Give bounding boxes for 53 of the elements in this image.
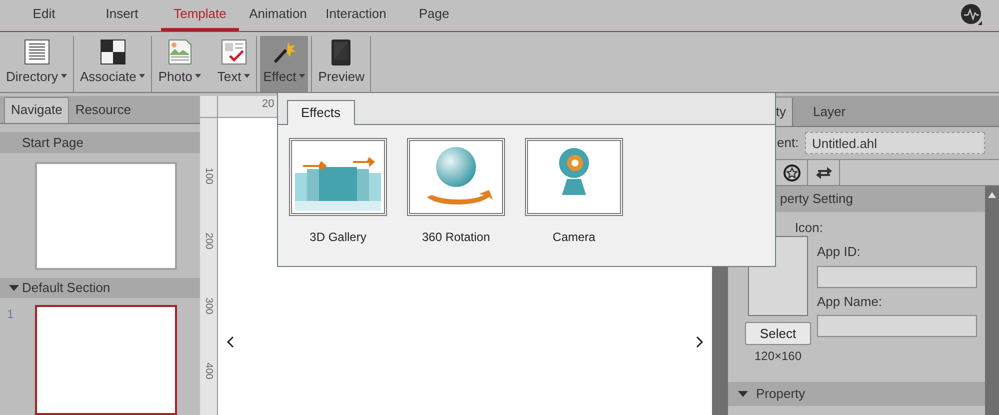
menu-tab[interactable]: Interaction (317, 0, 395, 31)
scroll-up-icon[interactable] (988, 192, 996, 198)
toolbar-button[interactable]: Text (214, 36, 254, 92)
page-thumbnail[interactable] (35, 162, 177, 270)
app-id-label: App ID: (817, 243, 862, 261)
caret-icon (61, 74, 68, 78)
chevron-left-icon[interactable] (226, 336, 234, 348)
caret-icon (195, 74, 202, 78)
popup-tab[interactable]: Effects (287, 100, 355, 125)
panel-tab[interactable]: Layer (793, 98, 863, 126)
toolbar-button[interactable]: Effect (260, 36, 308, 92)
section-header: Start Page (0, 132, 200, 153)
menu-tab[interactable]: Edit (5, 0, 83, 31)
icon-size: 120×160 (754, 348, 802, 365)
panel-tab[interactable]: Navigate (4, 96, 70, 123)
app-name-field[interactable] (817, 315, 977, 337)
ruler-label: 100 (202, 167, 216, 185)
toolbar-button[interactable]: Preview (315, 36, 368, 92)
panel-tab[interactable]: Resource (69, 96, 137, 123)
toolbar-button[interactable]: Directory (3, 36, 70, 92)
app-id-field[interactable] (817, 266, 977, 288)
page-number: 1 (6, 306, 15, 324)
checker-icon (100, 39, 126, 65)
pulse-icon[interactable] (961, 4, 983, 26)
caret-icon (244, 74, 250, 78)
icon-label: Icon: (794, 219, 824, 234)
ruler-label: 400 (202, 362, 216, 380)
tablet-icon (331, 39, 352, 66)
menu-tab[interactable]: Template (161, 0, 239, 31)
toolbar-button[interactable]: Photo (155, 36, 204, 92)
section-header[interactable]: Default Section (0, 278, 200, 298)
page-thumbnail[interactable] (35, 305, 177, 415)
section-header[interactable]: Property (728, 382, 985, 406)
list-icon (24, 39, 50, 65)
chevron-right-icon[interactable] (696, 336, 704, 348)
ruler-label: 20 (262, 97, 274, 112)
image-file-icon (166, 39, 193, 65)
app-name-label: App Name: (817, 292, 884, 311)
document-field[interactable]: Untitled.ahl (805, 132, 985, 154)
caret-icon (299, 74, 306, 78)
menu-tab[interactable]: Insert (83, 0, 161, 31)
caret-icon (139, 74, 146, 78)
triangle-icon (738, 391, 748, 397)
select-button[interactable]: Select (745, 322, 811, 345)
menu-tab[interactable]: Page (395, 0, 473, 31)
triangle-icon (9, 284, 19, 291)
document-check-icon (220, 39, 247, 65)
ruler-label: 200 (202, 232, 216, 250)
document-label: ent: (776, 134, 800, 152)
menu-tab[interactable]: Animation (239, 0, 317, 31)
ruler-label: 300 (202, 297, 216, 315)
toolbar-button[interactable]: Associate (77, 36, 148, 92)
magic-wand-icon (271, 39, 298, 65)
